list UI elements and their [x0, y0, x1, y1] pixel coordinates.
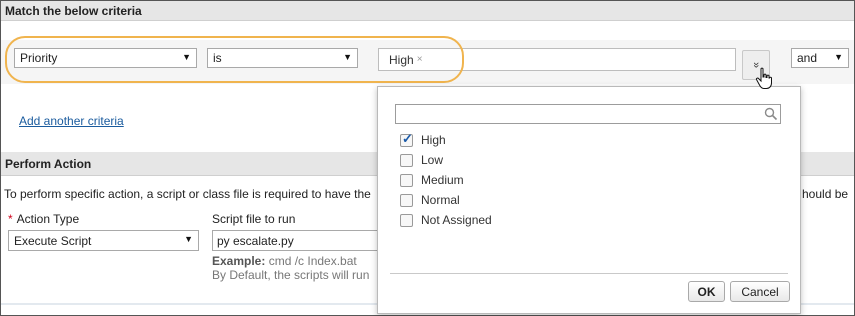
script-file-label: Script file to run	[212, 212, 296, 226]
criteria-field-value: Priority	[20, 51, 58, 65]
option-normal[interactable]: Normal	[400, 193, 460, 207]
default-note: By Default, the scripts will run	[212, 268, 370, 282]
action-type-label: * Action Type	[8, 212, 79, 226]
search-icon	[764, 107, 778, 121]
option-medium[interactable]: Medium	[400, 173, 464, 187]
option-checkbox[interactable]	[400, 193, 413, 207]
criteria-operator-select[interactable]: is ▼	[207, 48, 358, 68]
criteria-field-select[interactable]: Priority ▼	[14, 48, 197, 68]
criteria-section-title: Match the below criteria	[5, 3, 142, 18]
action-type-label-text: Action Type	[16, 212, 80, 226]
criteria-value-multiselect[interactable]: High ×	[378, 48, 736, 71]
selected-value-tag: High	[389, 52, 414, 67]
option-label: High	[421, 133, 446, 147]
option-high[interactable]: ✓ High	[400, 130, 446, 147]
option-label: Not Assigned	[421, 213, 492, 227]
option-checkbox[interactable]	[400, 213, 413, 227]
option-checkbox[interactable]: ✓	[400, 130, 413, 147]
action-section-title: Perform Action	[5, 156, 92, 171]
hand-cursor-icon	[755, 67, 772, 89]
action-type-value: Execute Script	[14, 233, 92, 248]
logic-operator-select[interactable]: and ▼	[791, 48, 849, 68]
dropdown-arrow-icon: ▼	[184, 234, 193, 244]
add-criteria-link[interactable]: Add another criteria	[19, 114, 124, 128]
ok-button[interactable]: OK	[688, 281, 725, 302]
dropdown-footer-divider	[390, 273, 788, 274]
dropdown-search-input[interactable]	[395, 104, 781, 124]
value-dropdown-popup: ✓ High Low Medium Normal Not Assigned OK…	[377, 86, 801, 314]
criteria-section-header: Match the below criteria	[1, 1, 854, 21]
action-type-select[interactable]: Execute Script ▼	[8, 230, 199, 251]
option-label: Normal	[421, 193, 460, 207]
option-label: Low	[421, 153, 444, 167]
required-marker: *	[8, 212, 13, 226]
check-icon: ✓	[402, 130, 413, 146]
option-low[interactable]: Low	[400, 153, 443, 167]
script-example-help: Example: cmd /c Index.bat By Default, th…	[212, 254, 369, 282]
remove-tag-icon[interactable]: ×	[417, 54, 423, 65]
option-checkbox[interactable]	[400, 153, 413, 167]
example-value: cmd /c Index.bat	[265, 254, 357, 268]
logic-operator-value: and	[797, 51, 818, 65]
cancel-button[interactable]: Cancel	[730, 281, 790, 302]
option-not-assigned[interactable]: Not Assigned	[400, 213, 492, 227]
dropdown-arrow-icon: ▼	[834, 52, 843, 62]
dropdown-arrow-icon: ▼	[343, 52, 352, 62]
option-checkbox[interactable]	[400, 173, 413, 187]
criteria-operator-value: is	[213, 51, 222, 65]
option-label: Medium	[421, 173, 464, 187]
example-label: Example:	[212, 254, 266, 268]
script-file-value: py escalate.py	[217, 233, 294, 248]
dropdown-arrow-icon: ▼	[182, 52, 191, 62]
action-info-text: To perform specific action, a script or …	[4, 187, 371, 201]
script-file-input[interactable]: py escalate.py	[212, 230, 380, 251]
action-info-text-continued: hould be	[802, 187, 849, 201]
